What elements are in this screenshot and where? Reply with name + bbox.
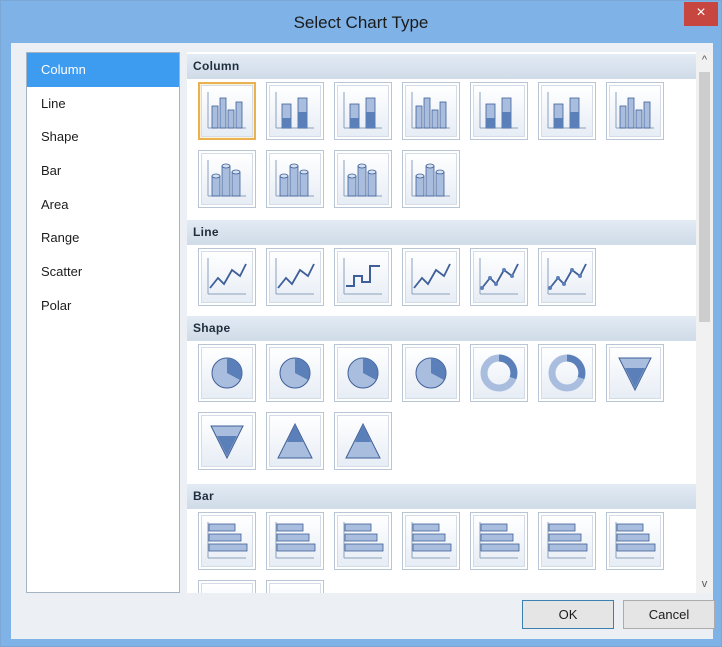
bar-3d-100-stacked-glyph [547, 522, 588, 559]
bar-cylinder-glyph [615, 522, 656, 559]
chart-type-cylinder-3d-icon[interactable] [402, 150, 460, 208]
chart-type-exploded-pie-3d-icon[interactable] [402, 344, 460, 402]
column-stacked-glyph [275, 92, 314, 129]
chart-type-funnel-3d-icon[interactable] [198, 412, 256, 470]
select-chart-type-dialog: Select Chart Type × Column Line Shape Ba… [0, 0, 722, 647]
section-header-line: Line [187, 220, 696, 245]
chart-type-bar-3d-stacked-icon[interactable] [470, 512, 528, 570]
chart-type-gallery[interactable]: Column Line Shape Bar [187, 52, 696, 593]
category-item-line[interactable]: Line [27, 87, 179, 121]
category-list[interactable]: Column Line Shape Bar Area Range Scatter… [26, 52, 180, 593]
column-3d-100-stacked-glyph [547, 92, 586, 129]
spline-markers-glyph [547, 258, 587, 295]
gallery-scrollbar[interactable]: ^ v [696, 52, 713, 593]
chart-type-column-stacked-icon[interactable] [266, 82, 324, 140]
pyramid-glyph [277, 422, 313, 459]
exploded-doughnut-glyph [548, 354, 586, 392]
line-3d-glyph [411, 258, 451, 295]
close-button[interactable]: × [684, 2, 718, 26]
chart-type-bar-3d-100-stacked-icon[interactable] [538, 512, 596, 570]
pie-3d-glyph [347, 357, 379, 389]
chart-type-line-3d-icon[interactable] [402, 248, 460, 306]
chart-type-column-100-stacked-icon[interactable] [334, 82, 392, 140]
chart-type-column-3d-clustered-icon[interactable] [402, 82, 460, 140]
dialog-body: Column Line Shape Bar Area Range Scatter… [11, 43, 715, 639]
chart-type-pie-icon[interactable] [198, 344, 256, 402]
section-header-shape: Shape [187, 316, 696, 341]
bar-stacked-glyph [275, 522, 316, 559]
chart-type-cylinder-stacked-icon[interactable] [266, 150, 324, 208]
chart-type-pyramid-3d-icon[interactable] [334, 412, 392, 470]
category-item-polar[interactable]: Polar [27, 289, 179, 323]
chart-type-funnel-icon[interactable] [606, 344, 664, 402]
chart-type-line-icon[interactable] [198, 248, 256, 306]
cylinder-clustered-glyph [207, 160, 246, 197]
line-glyph [207, 258, 247, 295]
bar-3d-clustered-glyph [411, 522, 452, 559]
column-3d-clustered-glyph [411, 92, 450, 129]
dialog-title: Select Chart Type [293, 13, 429, 32]
chart-type-pie-3d-icon[interactable] [334, 344, 392, 402]
category-item-shape[interactable]: Shape [27, 120, 179, 154]
chart-type-exploded-pie-icon[interactable] [266, 344, 324, 402]
exploded-pie-glyph [279, 357, 311, 389]
category-item-range[interactable]: Range [27, 221, 179, 255]
cancel-button[interactable]: Cancel [623, 600, 715, 629]
chart-type-bar-clustered-icon[interactable] [198, 512, 256, 570]
pyramid-3d-glyph [345, 422, 381, 459]
cylinder-3d-glyph [411, 160, 450, 197]
pie-glyph [211, 357, 243, 389]
scroll-down-icon[interactable]: v [696, 576, 713, 593]
chart-type-column-3d-100-stacked-icon[interactable] [538, 82, 596, 140]
chart-type-bar-100-stacked-icon[interactable] [334, 512, 392, 570]
column-3d-stacked-glyph [479, 92, 518, 129]
ok-button[interactable]: OK [522, 600, 614, 629]
chart-type-bar-stacked-icon[interactable] [266, 512, 324, 570]
chart-type-exploded-doughnut-icon[interactable] [538, 344, 596, 402]
section-header-bar: Bar [187, 484, 696, 509]
funnel-3d-glyph [210, 425, 244, 460]
bar-100-stacked-glyph [343, 522, 384, 559]
cylinder-stacked-glyph [275, 160, 314, 197]
category-item-bar[interactable]: Bar [27, 154, 179, 188]
category-item-column[interactable]: Column [27, 53, 179, 87]
chart-type-bar-cylinder-icon[interactable] [606, 512, 664, 570]
chart-type-spline-icon[interactable] [266, 248, 324, 306]
chart-type-doughnut-icon[interactable] [470, 344, 528, 402]
section-header-column: Column [187, 54, 696, 79]
category-item-scatter[interactable]: Scatter [27, 255, 179, 289]
column-3d-glyph [615, 92, 654, 129]
exploded-pie-3d-glyph [415, 357, 447, 389]
column-clustered-glyph [207, 92, 246, 129]
chart-type-spline-markers-icon[interactable] [538, 248, 596, 306]
bar-3d-stacked-glyph [479, 522, 520, 559]
cylinder-100-stacked-glyph [343, 160, 382, 197]
category-item-area[interactable]: Area [27, 188, 179, 222]
doughnut-glyph [480, 354, 518, 392]
chart-type-pyramid-icon[interactable] [266, 412, 324, 470]
scrollbar-thumb[interactable] [699, 72, 710, 322]
spline-glyph [275, 258, 315, 295]
chart-type-cylinder-clustered-icon[interactable] [198, 150, 256, 208]
title-bar: Select Chart Type × [1, 1, 721, 43]
chart-type-bar-3d-clustered-icon[interactable] [402, 512, 460, 570]
chart-type-cylinder-100-stacked-icon[interactable] [334, 150, 392, 208]
chart-type-column-3d-icon[interactable] [606, 82, 664, 140]
chart-type-column-clustered-icon[interactable] [198, 82, 256, 140]
column-100-stacked-glyph [343, 92, 382, 129]
step-line-glyph [343, 258, 382, 295]
chart-type-step-line-icon[interactable] [334, 248, 392, 306]
scroll-up-icon[interactable]: ^ [696, 52, 713, 69]
chart-type-column-3d-stacked-icon[interactable] [470, 82, 528, 140]
line-markers-glyph [479, 258, 519, 295]
funnel-glyph [618, 357, 652, 392]
chart-type-partial-icon[interactable] [198, 580, 256, 593]
bar-clustered-glyph [207, 522, 248, 559]
chart-type-partial-icon[interactable] [266, 580, 324, 593]
chart-type-line-markers-icon[interactable] [470, 248, 528, 306]
